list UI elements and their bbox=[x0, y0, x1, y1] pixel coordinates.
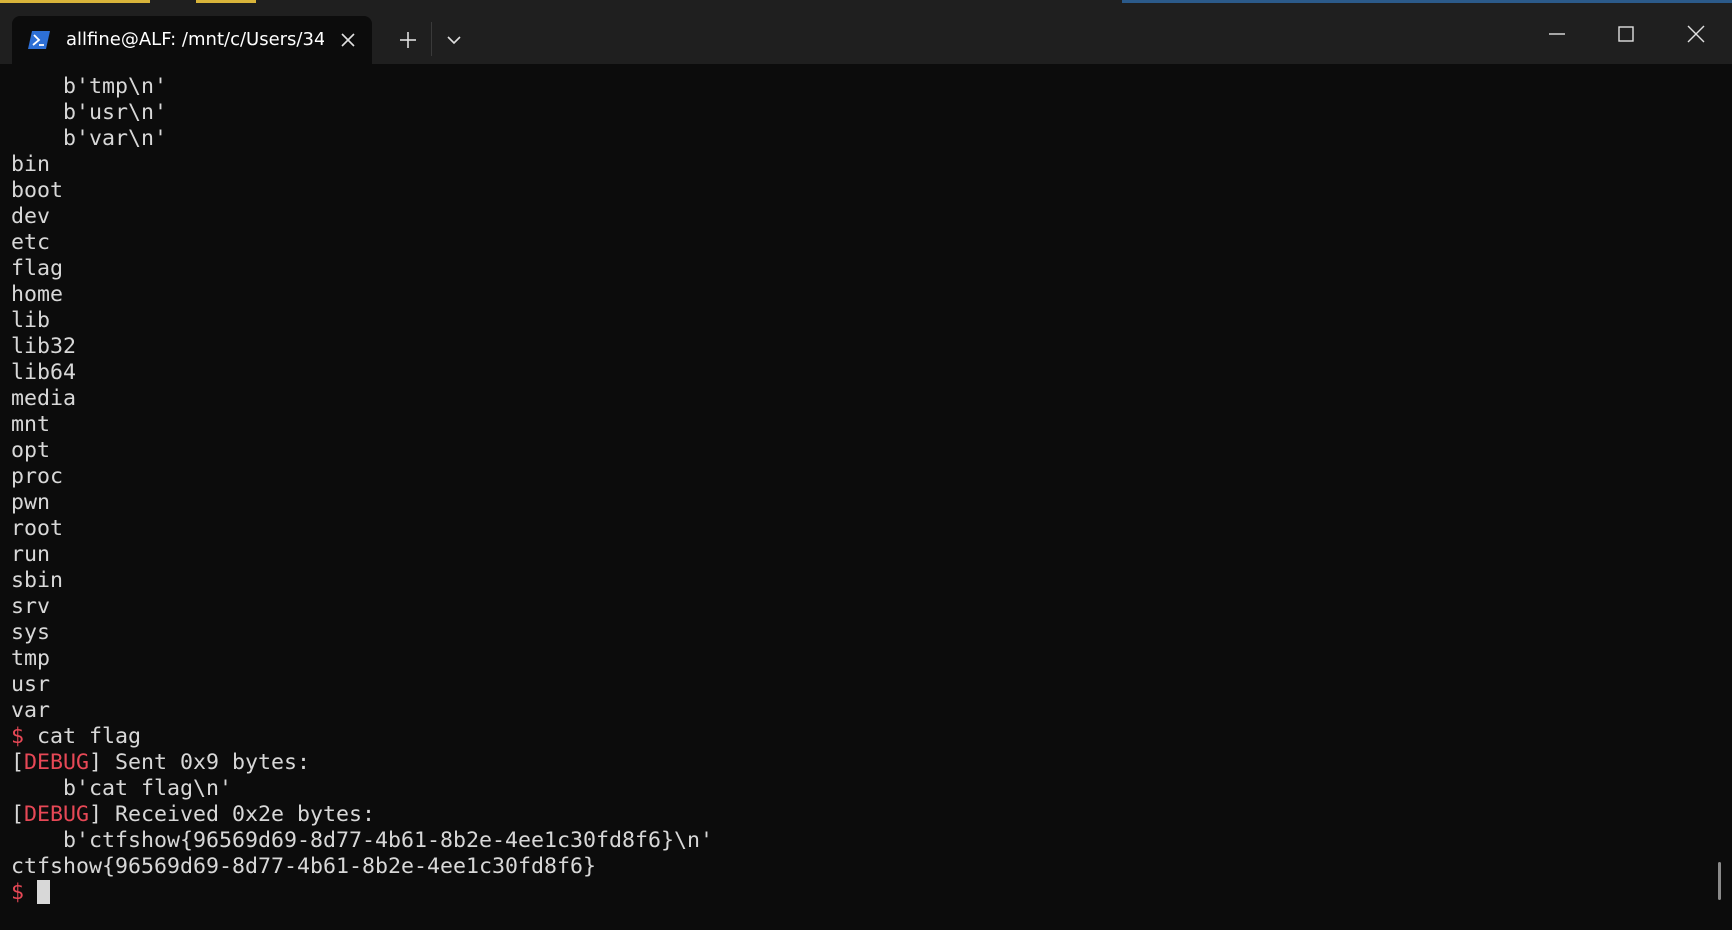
terminal-line: $ cat flag bbox=[11, 724, 1711, 750]
maximize-icon[interactable] bbox=[1606, 14, 1646, 54]
terminal-line: proc bbox=[11, 464, 1711, 490]
terminal-line: b'var\n' bbox=[11, 126, 1711, 152]
output-text: tmp bbox=[11, 646, 51, 671]
title-bar[interactable]: allfine@ALF: /mnt/c/Users/34826/Desktop bbox=[0, 0, 1732, 64]
terminal-line: flag bbox=[11, 256, 1711, 282]
output-text: b'var\n' bbox=[11, 126, 168, 151]
terminal-line: ctfshow{96569d69-8d77-4b61-8b2e-4ee1c30f… bbox=[11, 854, 1711, 880]
output-text: media bbox=[11, 386, 77, 411]
output-text: run bbox=[11, 542, 51, 567]
terminal-line: dev bbox=[11, 204, 1711, 230]
debug-bracket: [ bbox=[11, 802, 25, 827]
terminal-line: tmp bbox=[11, 646, 1711, 672]
terminal-line: sys bbox=[11, 620, 1711, 646]
output-text: lib32 bbox=[11, 334, 77, 359]
close-icon[interactable] bbox=[1676, 14, 1716, 54]
terminal-line: srv bbox=[11, 594, 1711, 620]
output-text: b'ctfshow{96569d69-8d77-4b61-8b2e-4ee1c3… bbox=[11, 828, 714, 853]
output-text: mnt bbox=[11, 412, 51, 437]
terminal-output[interactable]: b'tmp\n' b'usr\n' b'var\n' bin boot dev etc f… bbox=[11, 74, 1711, 906]
debug-tag: DEBUG bbox=[24, 802, 90, 827]
output-text: root bbox=[11, 516, 64, 541]
minimize-icon[interactable] bbox=[1537, 14, 1577, 54]
output-text: b'usr\n' bbox=[11, 100, 168, 125]
output-text: lib64 bbox=[11, 360, 77, 385]
text-cursor bbox=[37, 880, 51, 904]
terminal-line: $ bbox=[11, 880, 1711, 906]
output-text: b'cat flag\n' bbox=[11, 776, 233, 801]
output-text: ctfshow{96569d69-8d77-4b61-8b2e-4ee1c30f… bbox=[11, 854, 597, 879]
shell-prompt: $ bbox=[11, 724, 25, 749]
terminal-line: var bbox=[11, 698, 1711, 724]
output-text: proc bbox=[11, 464, 64, 489]
debug-tag: DEBUG bbox=[24, 750, 90, 775]
output-text: flag bbox=[11, 256, 64, 281]
terminal-line: lib64 bbox=[11, 360, 1711, 386]
plus-icon[interactable] bbox=[392, 24, 424, 56]
terminal-line: [DEBUG] Sent 0x9 bytes: bbox=[11, 750, 1711, 776]
terminal-line: run bbox=[11, 542, 1711, 568]
taskbar-accent-strip bbox=[1122, 0, 1732, 3]
tab-title: allfine@ALF: /mnt/c/Users/34826/Desktop bbox=[66, 29, 324, 50]
terminal-line: b'tmp\n' bbox=[11, 74, 1711, 100]
terminal-window: allfine@ALF: /mnt/c/Users/34826/Desktop bbox=[0, 0, 1732, 930]
debug-message: ] Received 0x2e bytes: bbox=[89, 802, 376, 827]
terminal-line: root bbox=[11, 516, 1711, 542]
output-text: sbin bbox=[11, 568, 64, 593]
terminal-line: media bbox=[11, 386, 1711, 412]
terminal-line: lib bbox=[11, 308, 1711, 334]
shell-prompt: $ bbox=[11, 880, 25, 905]
output-text: sys bbox=[11, 620, 51, 645]
terminal-line: lib32 bbox=[11, 334, 1711, 360]
terminal-line: usr bbox=[11, 672, 1711, 698]
output-text: dev bbox=[11, 204, 51, 229]
output-text: home bbox=[11, 282, 64, 307]
powershell-icon bbox=[28, 30, 50, 50]
taskbar-accent-strip bbox=[0, 0, 150, 3]
command-text bbox=[24, 880, 37, 905]
output-text: opt bbox=[11, 438, 51, 463]
terminal-line: etc bbox=[11, 230, 1711, 256]
output-text: srv bbox=[11, 594, 51, 619]
terminal-line: opt bbox=[11, 438, 1711, 464]
output-text: var bbox=[11, 698, 51, 723]
close-icon[interactable] bbox=[338, 30, 358, 50]
command-text: cat flag bbox=[24, 724, 142, 749]
terminal-line: b'ctfshow{96569d69-8d77-4b61-8b2e-4ee1c3… bbox=[11, 828, 1711, 854]
terminal-line: b'cat flag\n' bbox=[11, 776, 1711, 802]
terminal-line: bin bbox=[11, 152, 1711, 178]
terminal-line: b'usr\n' bbox=[11, 100, 1711, 126]
output-text: usr bbox=[11, 672, 51, 697]
debug-message: ] Sent 0x9 bytes: bbox=[89, 750, 311, 775]
chevron-down-icon[interactable] bbox=[440, 26, 468, 54]
tab-divider bbox=[431, 22, 432, 56]
terminal-line: mnt bbox=[11, 412, 1711, 438]
output-text: lib bbox=[11, 308, 51, 333]
terminal-line: pwn bbox=[11, 490, 1711, 516]
terminal-line: home bbox=[11, 282, 1711, 308]
terminal-line: boot bbox=[11, 178, 1711, 204]
taskbar-accent-strip bbox=[196, 0, 256, 3]
output-text: boot bbox=[11, 178, 64, 203]
tab-terminal[interactable]: allfine@ALF: /mnt/c/Users/34826/Desktop bbox=[12, 16, 372, 64]
terminal-line: [DEBUG] Received 0x2e bytes: bbox=[11, 802, 1711, 828]
output-text: etc bbox=[11, 230, 51, 255]
output-text: pwn bbox=[11, 490, 51, 515]
terminal-line: sbin bbox=[11, 568, 1711, 594]
debug-bracket: [ bbox=[11, 750, 25, 775]
output-text: bin bbox=[11, 152, 51, 177]
scrollbar-thumb[interactable] bbox=[1718, 862, 1721, 900]
output-text: b'tmp\n' bbox=[11, 74, 168, 99]
